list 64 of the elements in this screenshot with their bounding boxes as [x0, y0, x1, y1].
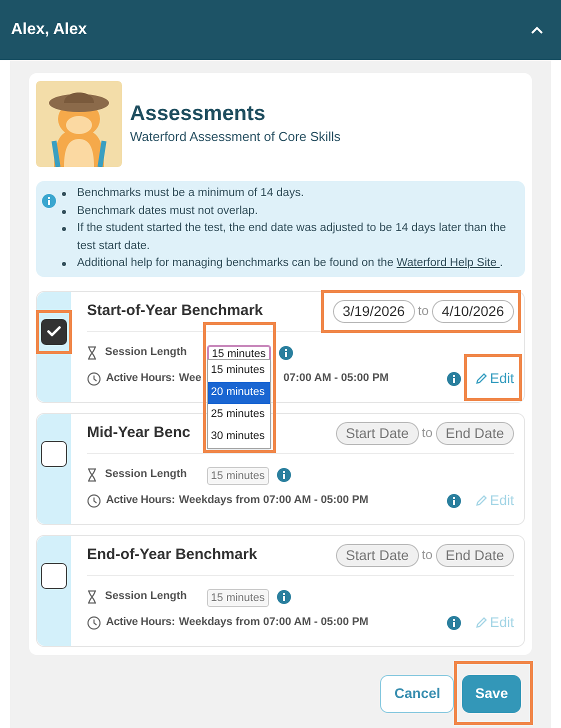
to-label: to — [418, 302, 429, 320]
bullet-icon — [62, 192, 66, 196]
clock-icon — [87, 372, 101, 386]
session-label: Session Length — [105, 345, 187, 360]
date-field[interactable]: Start Date — [336, 544, 419, 566]
hourglass-icon — [87, 346, 97, 360]
hours-label: Active Hours: — [106, 615, 175, 630]
date-field[interactable]: 4/10/2026 — [432, 300, 514, 322]
dropdown-option[interactable]: 30 minutes — [208, 426, 270, 448]
hours-text: Weekdays from 07:00 AM - 05:00 PM — [178, 493, 368, 508]
info-icon[interactable] — [276, 468, 291, 482]
hours-text: Weekdays from 07:00 AM - 05:00 PM — [178, 615, 368, 630]
info-icon[interactable] — [446, 616, 461, 630]
to-label: to — [422, 424, 433, 442]
session-label: Session Length — [105, 467, 187, 482]
chevron-up-icon[interactable] — [530, 25, 544, 35]
note-text: Benchmarks must be a minimum of 14 days. — [77, 186, 304, 201]
clock-icon — [87, 494, 101, 508]
checkbox[interactable] — [41, 562, 67, 588]
benchmark-title: Mid-Year Benc — [87, 422, 190, 443]
clock-icon — [87, 616, 101, 630]
bullet-icon — [62, 210, 66, 214]
pencil-icon — [474, 616, 488, 629]
save-button[interactable]: Save — [462, 674, 521, 712]
pencil-icon — [474, 372, 488, 385]
info-icon[interactable] — [42, 194, 56, 208]
date-field[interactable]: Start Date — [336, 422, 419, 444]
hours-text: Wee — [178, 371, 202, 386]
hourglass-icon — [87, 468, 97, 482]
header-bar[interactable]: Alex, Alex — [0, 0, 561, 60]
info-icon[interactable] — [276, 590, 291, 604]
date-field[interactable]: End Date — [436, 422, 514, 444]
hourglass-icon — [87, 590, 97, 604]
bullet-icon — [62, 262, 66, 266]
cancel-button[interactable]: Cancel — [380, 674, 454, 712]
checkbox[interactable] — [41, 318, 67, 344]
info-icon[interactable] — [446, 494, 461, 508]
edit-button[interactable]: Edit — [474, 368, 514, 389]
note-text: Benchmark dates must not overlap. — [77, 204, 258, 218]
to-label: to — [422, 546, 433, 564]
pencil-icon — [474, 494, 488, 507]
check-icon — [47, 326, 61, 337]
info-icon[interactable] — [278, 346, 293, 360]
date-field[interactable]: End Date — [436, 544, 514, 566]
date-field[interactable]: 3/19/2026 — [332, 300, 415, 322]
session-select[interactable]: 15 minutes — [206, 588, 269, 607]
info-icon[interactable] — [446, 372, 461, 386]
benchmark-title: Start-of-Year Benchmark — [87, 300, 263, 321]
session-select[interactable]: 15 minutes — [206, 466, 269, 485]
assessment-title: Assessments — [130, 101, 266, 128]
help-link[interactable]: Waterford Help Site — [396, 257, 500, 269]
note-text: If the student started the test, the end date was adjusted to be 14 days later than the test start date. — [77, 221, 507, 254]
hours-text: 07:00 AM - 05:00 PM — [283, 371, 389, 386]
dropdown-option[interactable]: 20 minutes — [208, 382, 270, 404]
note-text: Additional help for managing benchmarks can be found on the Waterford Help Site . — [77, 256, 503, 271]
hours-label: Active Hours: — [106, 371, 175, 386]
session-label: Session Length — [105, 589, 187, 604]
hours-label: Active Hours: — [106, 493, 175, 508]
benchmark-title: End-of-Year Benchmark — [87, 544, 258, 565]
bullet-icon — [62, 227, 66, 231]
assessment-subtitle: Waterford Assessment of Core Skills — [130, 128, 340, 146]
dropdown-option[interactable]: 25 minutes — [208, 404, 270, 426]
student-name: Alex, Alex — [11, 20, 87, 40]
checkbox[interactable] — [41, 440, 67, 466]
